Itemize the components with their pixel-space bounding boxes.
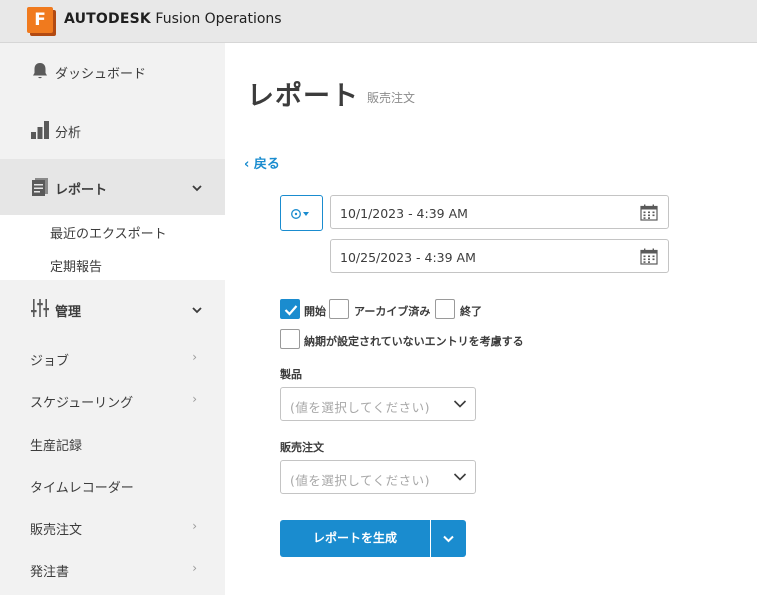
sidebar-item-sales-orders[interactable]: 販売注文 ›	[0, 514, 225, 542]
fusion-logo-icon[interactable]: F	[27, 7, 56, 36]
submenu-item-recent-exports[interactable]: 最近のエクスポート	[50, 223, 167, 242]
generate-report-button[interactable]: レポートを生成	[280, 520, 430, 557]
bell-icon	[33, 63, 47, 79]
end-date-value: 10/25/2023 - 4:39 AM	[340, 250, 476, 265]
brand-bold: AUTODESK	[64, 11, 151, 27]
finished-checkbox[interactable]	[435, 299, 455, 319]
chevron-right-icon: ›	[192, 519, 197, 533]
chevron-down-icon	[453, 473, 467, 481]
end-date-input[interactable]: 10/25/2023 - 4:39 AM	[330, 239, 669, 273]
reports-submenu: 最近のエクスポート 定期報告	[0, 215, 225, 280]
clock-dropdown-icon	[291, 209, 309, 219]
sales-order-select[interactable]: (値を選択してください)	[280, 460, 476, 494]
chevron-down-icon	[453, 400, 467, 408]
brand-product: Fusion Operations	[150, 11, 282, 27]
sidebar-item-label: ダッシュボード	[55, 67, 147, 82]
generate-report-options-button[interactable]	[431, 520, 466, 557]
sidebar-item-analytics[interactable]: 分析	[0, 113, 225, 143]
logo-letter: F	[27, 7, 53, 33]
back-link[interactable]: ‹ 戻る	[244, 153, 280, 172]
sidebar-item-label: 生産記録	[30, 439, 83, 454]
chevron-down-icon	[192, 307, 202, 314]
no-due-date-checkbox[interactable]	[280, 329, 300, 349]
start-date-value: 10/1/2023 - 4:39 AM	[340, 206, 468, 221]
sidebar-item-jobs[interactable]: ジョブ ›	[0, 345, 225, 373]
chevron-right-icon: ›	[192, 350, 197, 364]
started-label: 開始	[304, 305, 326, 318]
submenu-item-scheduled-reports[interactable]: 定期報告	[50, 256, 102, 275]
brand-name: AUTODESK Fusion Operations	[64, 11, 282, 27]
sidebar-item-production-records[interactable]: 生産記録	[0, 430, 225, 458]
date-range-mode-button[interactable]	[280, 195, 323, 231]
archived-label: アーカイブ済み	[354, 305, 431, 318]
bar-chart-icon	[31, 121, 49, 139]
product-select[interactable]: (値を選択してください)	[280, 387, 476, 421]
sidebar-item-time-recorder[interactable]: タイムレコーダー	[0, 472, 225, 500]
no-due-date-label: 納期が設定されていないエントリを考慮する	[304, 335, 524, 348]
calendar-icon[interactable]	[640, 248, 658, 265]
sidebar-item-reports[interactable]: レポート	[0, 159, 225, 215]
sidebar: ダッシュボード 分析 レポート 最近のエクスポート 定期報告 管理 ジョブ › …	[0, 43, 225, 595]
sidebar-item-label: スケジューリング	[30, 396, 134, 411]
calendar-icon[interactable]	[640, 204, 658, 221]
report-document-icon	[32, 178, 48, 196]
sliders-icon	[31, 299, 49, 317]
sidebar-item-scheduling[interactable]: スケジューリング ›	[0, 387, 225, 415]
product-label: 製品	[280, 368, 302, 381]
sidebar-item-label: タイムレコーダー	[30, 481, 134, 496]
chevron-right-icon: ›	[192, 561, 197, 575]
product-placeholder: (値を選択してください)	[290, 400, 431, 415]
sidebar-item-label: レポート	[55, 183, 108, 198]
sales-order-label: 販売注文	[280, 441, 324, 454]
chevron-right-icon: ›	[192, 392, 197, 406]
sidebar-item-label: 販売注文	[30, 523, 83, 538]
top-bar: F AUTODESK Fusion Operations	[0, 0, 757, 43]
sidebar-item-label: ジョブ	[30, 354, 70, 369]
sidebar-item-label: 発注書	[30, 565, 70, 580]
archived-checkbox[interactable]	[329, 299, 349, 319]
chevron-down-icon	[192, 185, 202, 192]
page-subtitle: 販売注文	[367, 91, 416, 105]
sidebar-item-label: 分析	[55, 126, 82, 141]
sidebar-item-label: 管理	[55, 305, 82, 320]
sidebar-item-purchase-orders[interactable]: 発注書 ›	[0, 556, 225, 584]
page-title: レポート	[247, 81, 359, 112]
sidebar-item-dashboard[interactable]: ダッシュボード	[0, 55, 225, 85]
sidebar-item-management[interactable]: 管理	[0, 293, 225, 323]
started-checkbox[interactable]	[280, 299, 300, 319]
sales-order-placeholder: (値を選択してください)	[290, 473, 431, 488]
chevron-down-icon	[443, 535, 454, 543]
checkmark-icon	[284, 305, 298, 316]
start-date-input[interactable]: 10/1/2023 - 4:39 AM	[330, 195, 669, 229]
finished-label: 終了	[460, 305, 482, 318]
